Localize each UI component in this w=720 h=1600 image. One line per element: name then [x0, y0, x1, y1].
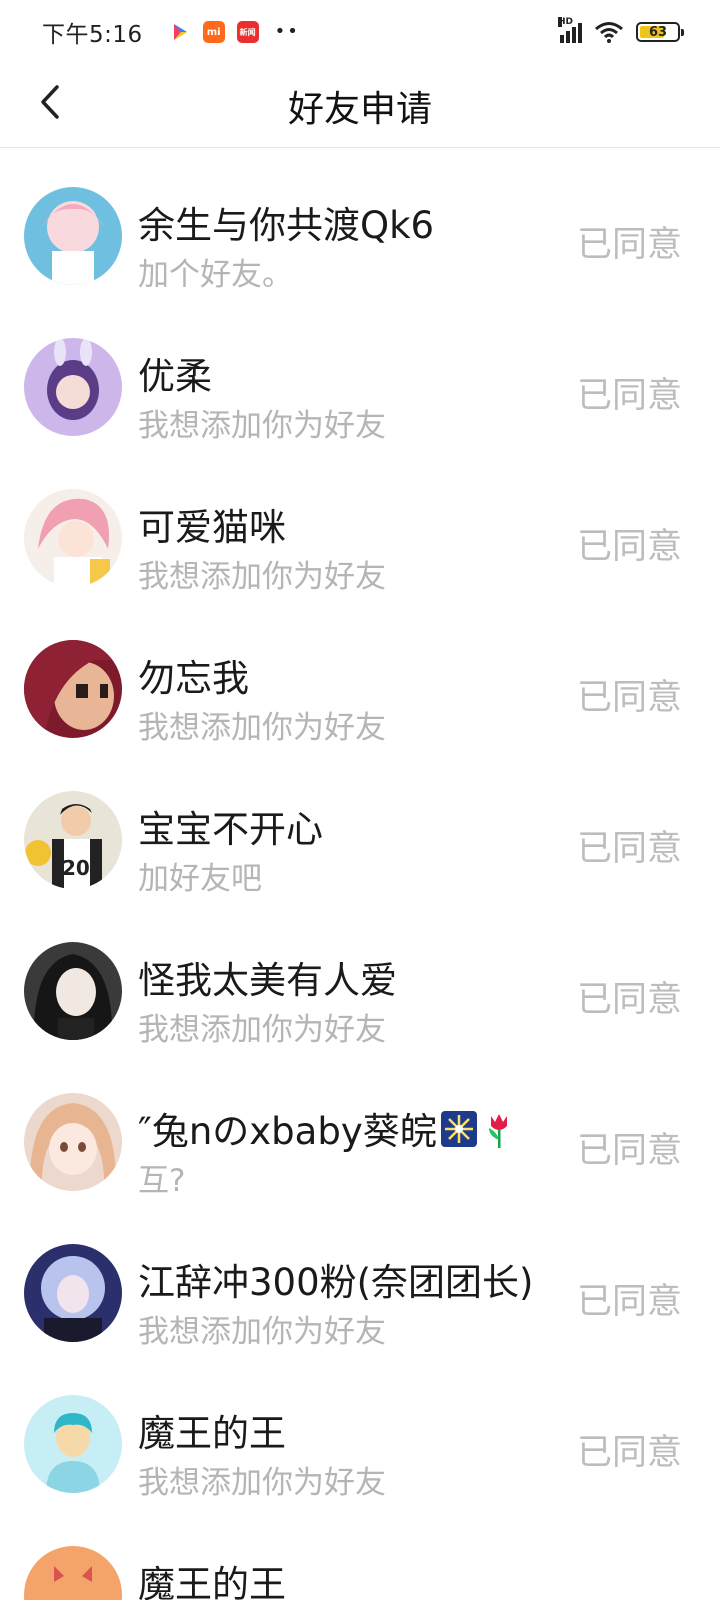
request-message: 我想添加你为好友 [138, 408, 386, 444]
requester-name: 魔王的王 [138, 1563, 286, 1600]
avatar[interactable] [24, 1093, 122, 1191]
back-button[interactable] [28, 80, 72, 124]
request-status: 已同意 [576, 376, 682, 416]
play-store-icon [168, 21, 191, 43]
request-row[interactable]: 优柔 我想添加你为好友 已同意 [0, 312, 720, 463]
request-status: 已同意 [576, 1282, 682, 1322]
request-row[interactable]: 可爱猫咪 我想添加你为好友 已同意 [0, 463, 720, 614]
request-status: 已同意 [576, 527, 682, 567]
avatar[interactable]: 20 [24, 791, 122, 889]
friend-requests-screen: 下午5:16 mi 新闻 •• HD 63 好友申请 余生与你共渡Qk6 加个好… [0, 0, 720, 1600]
requester-name: 宝宝不开心 [138, 808, 323, 851]
chevron-left-icon [41, 85, 59, 119]
request-row[interactable]: 怪我太美有人爱 我想添加你为好友 已同意 [0, 916, 720, 1067]
signal-icon: HD [558, 17, 582, 43]
request-status: 已同意 [576, 980, 682, 1020]
requester-name: 怪我太美有人爱 [138, 959, 397, 1002]
request-status: 已同意 [576, 829, 682, 869]
request-status: 已同意 [576, 225, 682, 265]
request-message: 互? [138, 1163, 186, 1199]
avatar[interactable] [24, 1244, 122, 1342]
battery-icon: 63 [636, 22, 684, 42]
requester-name: 优柔 [138, 355, 212, 398]
friend-request-list[interactable]: 余生与你共渡Qk6 加个好友。 已同意 优柔 我想添加你为好友 已同意 可爱猫咪… [0, 161, 720, 1600]
avatar[interactable] [24, 1395, 122, 1493]
requester-name: 江辞冲300粉(奈团团长) [138, 1261, 534, 1304]
request-message: 我想添加你为好友 [138, 710, 386, 746]
avatar[interactable] [24, 1546, 122, 1600]
notification-icons: mi 新闻 •• [157, 21, 300, 43]
request-message: 我想添加你为好友 [138, 1012, 386, 1048]
requester-name: 可爱猫咪 [138, 506, 286, 549]
request-row[interactable]: 江辞冲300粉(奈团团长) 我想添加你为好友 已同意 [0, 1218, 720, 1369]
page-title: 好友申请 [287, 88, 432, 130]
request-message: 我想添加你为好友 [138, 559, 386, 595]
request-row[interactable]: 勿忘我 我想添加你为好友 已同意 [0, 614, 720, 765]
svg-text:20: 20 [62, 856, 90, 880]
requester-name-text: ″兔nのxbaby葵皖 [138, 1110, 437, 1153]
mi-icon: mi [202, 21, 225, 43]
more-notifications-icon: •• [274, 21, 300, 42]
request-status: 已同意 [576, 1131, 682, 1171]
hd-label: HD [558, 17, 574, 27]
request-row[interactable]: 魔王的王 我想添加你为好友 已同意 [0, 1369, 720, 1520]
avatar[interactable] [24, 942, 122, 1040]
request-message: 我想添加你为好友 [138, 1314, 386, 1350]
header: 好友申请 [0, 64, 720, 148]
firework-emoji [440, 1111, 477, 1156]
request-row[interactable]: 魔王的王 [0, 1520, 720, 1600]
requester-name: ″兔nのxbaby葵皖 [138, 1101, 517, 1157]
request-message: 加个好友。 [138, 257, 293, 293]
avatar[interactable] [24, 640, 122, 738]
requester-name: 魔王的王 [138, 1412, 286, 1455]
tulip-emoji [481, 1110, 517, 1157]
request-message: 加好友吧 [138, 861, 262, 897]
avatar[interactable] [24, 338, 122, 436]
avatar[interactable] [24, 489, 122, 587]
status-time: 下午5:16 [42, 22, 143, 48]
requester-name: 余生与你共渡Qk6 [138, 204, 435, 247]
news-app-icon: 新闻 [236, 21, 259, 43]
request-row[interactable]: ″兔nのxbaby葵皖 互? 已同意 [0, 1067, 720, 1218]
request-row[interactable]: 20 宝宝不开心 加好友吧 已同意 [0, 765, 720, 916]
wifi-icon [595, 22, 623, 43]
status-bar: 下午5:16 mi 新闻 •• HD 63 [0, 0, 720, 64]
status-right: HD 63 [558, 17, 684, 44]
request-status: 已同意 [576, 1433, 682, 1473]
battery-level: 63 [648, 24, 668, 40]
requester-name: 勿忘我 [138, 657, 249, 700]
request-message: 我想添加你为好友 [138, 1465, 386, 1501]
avatar[interactable] [24, 187, 122, 285]
request-row[interactable]: 余生与你共渡Qk6 加个好友。 已同意 [0, 161, 720, 312]
request-status: 已同意 [576, 678, 682, 718]
